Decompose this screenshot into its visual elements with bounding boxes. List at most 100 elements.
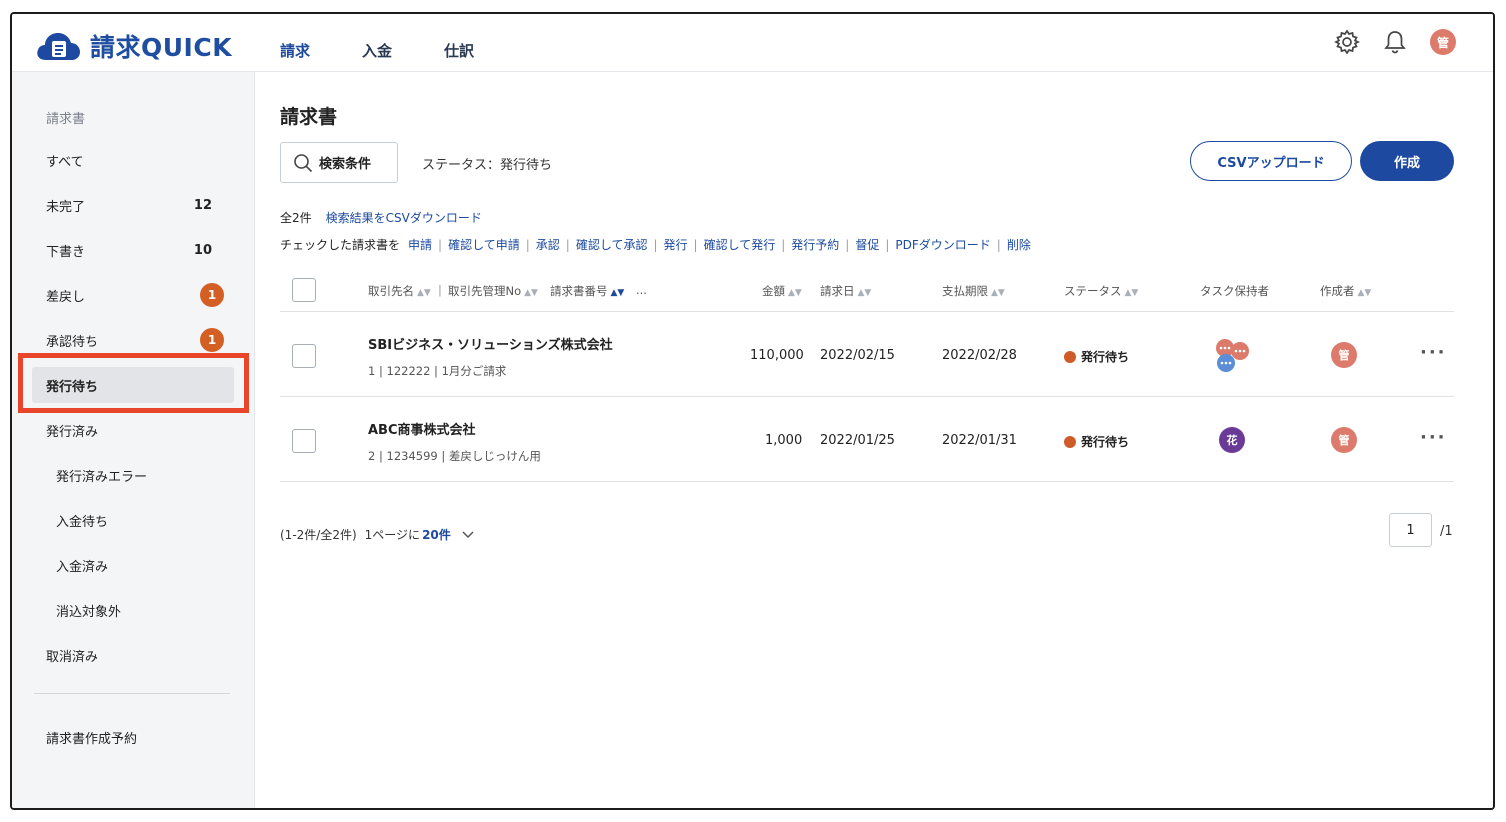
row-checkbox[interactable]: [292, 429, 316, 453]
bulk-confirm-issue-link[interactable]: 確認して発行: [704, 236, 776, 253]
count-badge: 10: [193, 242, 212, 258]
tab-journal[interactable]: 仕訳: [444, 40, 474, 61]
search-conditions-button[interactable]: 検索条件: [280, 142, 398, 183]
sidebar-item-awaiting-issue[interactable]: 発行待ち: [32, 367, 234, 403]
table-row[interactable]: ABC商事株式会社 2 | 1234599 | 差戻しじっけん用 1,000 2…: [280, 397, 1454, 482]
header-separator: |: [438, 283, 442, 297]
amount-cell: 1,000: [765, 433, 803, 448]
bulk-confirm-apply-link[interactable]: 確認して申請: [448, 236, 520, 253]
status-badge: 発行待ち: [1064, 433, 1129, 450]
header-label: 請求日: [820, 284, 855, 298]
multiple-users-chat-icon[interactable]: [1214, 338, 1254, 374]
separator: |: [565, 237, 570, 252]
tab-invoice[interactable]: 請求: [280, 40, 310, 61]
pagination-info: (1-2件/全2件) 1ページに 20件: [280, 526, 475, 543]
header-label: 取引先管理No: [448, 284, 522, 298]
task-owner-avatar[interactable]: 花: [1219, 427, 1245, 453]
count-badge: 12: [193, 197, 212, 213]
csv-download-link[interactable]: 検索結果をCSVダウンロード: [326, 209, 482, 226]
column-header-client-no[interactable]: 取引先管理No ▲▼: [448, 283, 538, 299]
bulk-remind-link[interactable]: 督促: [855, 236, 879, 253]
bulk-pdf-download-link[interactable]: PDFダウンロード: [895, 236, 990, 253]
column-header-more[interactable]: ...: [636, 283, 647, 297]
sidebar-item-label: 入金待ち: [56, 514, 109, 530]
header-label: 請求書番号: [550, 284, 608, 298]
sidebar-item-awaiting-payment[interactable]: 入金待ち: [32, 502, 234, 538]
sidebar-item-awaiting-approval[interactable]: 承認待ち 1: [32, 322, 234, 358]
sort-icon: ▲▼: [788, 288, 802, 298]
separator: |: [653, 237, 658, 252]
page-title: 請求書: [280, 106, 338, 128]
app-logo[interactable]: 請求QUICK: [34, 28, 232, 64]
per-page-select[interactable]: 20件: [422, 526, 451, 543]
date-cell: 2022/02/15: [820, 348, 895, 363]
select-all-checkbox[interactable]: [292, 278, 316, 302]
sidebar-item-issued[interactable]: 発行済み: [32, 412, 234, 448]
sort-icon: ▲▼: [1357, 288, 1372, 298]
sidebar-item-label: 未完了: [46, 199, 86, 215]
page-number-input[interactable]: 1: [1389, 513, 1432, 547]
gear-icon[interactable]: [1333, 28, 1361, 56]
row-checkbox[interactable]: [292, 344, 316, 368]
bulk-actions-prefix: チェックした請求書を: [280, 238, 401, 252]
sidebar-item-cancelled[interactable]: 取消済み: [32, 637, 234, 673]
due-cell: 2022/02/28: [942, 348, 1017, 363]
due-cell: 2022/01/31: [942, 433, 1017, 448]
notification-badge: 1: [200, 283, 224, 307]
bulk-approve-link[interactable]: 承認: [536, 236, 560, 253]
separator: |: [845, 237, 850, 252]
column-header-status[interactable]: ステータス ▲▼: [1064, 283, 1138, 299]
per-page-prefix: 1ページに: [364, 528, 421, 542]
create-button[interactable]: 作成: [1360, 141, 1454, 181]
client-name[interactable]: ABC商事株式会社: [368, 419, 476, 438]
sidebar-item-incomplete[interactable]: 未完了 12: [32, 187, 234, 223]
search-icon: [294, 153, 313, 172]
tab-payment[interactable]: 入金: [362, 40, 392, 61]
sidebar-item-paid[interactable]: 入金済み: [32, 547, 234, 583]
client-name[interactable]: SBIビジネス・ソリューションズ株式会社: [368, 334, 613, 353]
column-header-date[interactable]: 請求日 ▲▼: [820, 283, 871, 299]
app-window: 請求QUICK 請求 入金 仕訳 管 請求書 すべて 未完了 12 下書き 10…: [10, 12, 1495, 810]
sort-icon: ▲▼: [1124, 288, 1139, 298]
sidebar-item-excluded[interactable]: 消込対象外: [32, 592, 234, 628]
bulk-apply-link[interactable]: 申請: [408, 236, 432, 253]
status-badge: 発行待ち: [1064, 348, 1129, 365]
user-avatar-button[interactable]: 管: [1429, 28, 1457, 56]
more-options-icon[interactable]: ···: [1420, 427, 1447, 448]
csv-upload-button[interactable]: CSVアップロード: [1190, 141, 1352, 181]
more-options-icon[interactable]: ···: [1420, 342, 1447, 363]
result-range: (1-2件/全2件): [280, 528, 357, 542]
column-header-invoice-no[interactable]: 請求書番号 ▲▼: [550, 283, 624, 299]
amount-cell: 110,000: [750, 348, 804, 363]
status-filter-text: ステータス：発行待ち: [422, 158, 553, 173]
bulk-issue-link[interactable]: 発行: [664, 236, 688, 253]
bulk-schedule-issue-link[interactable]: 発行予約: [791, 236, 839, 253]
header-label: 作成者: [1320, 284, 1355, 298]
sidebar-item-label: 取消済み: [46, 649, 99, 665]
sidebar: 請求書 すべて 未完了 12 下書き 10 差戻し 1 承認待ち 1 発行待ち …: [12, 72, 255, 808]
column-header-author[interactable]: 作成者 ▲▼: [1320, 283, 1371, 299]
result-count: 全2件: [280, 211, 312, 225]
sidebar-item-scheduled-creation[interactable]: 請求書作成予約: [32, 719, 234, 755]
status-label: 発行待ち: [1081, 435, 1130, 449]
sidebar-item-all[interactable]: すべて: [32, 142, 234, 178]
main-nav: 請求 入金 仕訳: [280, 40, 526, 61]
bulk-delete-link[interactable]: 削除: [1007, 236, 1031, 253]
chevron-down-icon[interactable]: [461, 530, 475, 540]
separator: |: [693, 237, 698, 252]
header-actions: 管: [1313, 28, 1457, 56]
bell-icon[interactable]: [1381, 28, 1409, 56]
column-header-due[interactable]: 支払期限 ▲▼: [942, 283, 1005, 299]
header-label: 取引先名: [368, 284, 414, 298]
sidebar-item-label: 消込対象外: [56, 604, 122, 620]
bulk-confirm-approve-link[interactable]: 確認して承認: [576, 236, 648, 253]
sidebar-item-issue-error[interactable]: 発行済みエラー: [32, 457, 234, 493]
sidebar-item-draft[interactable]: 下書き 10: [32, 232, 234, 268]
table-row[interactable]: SBIビジネス・ソリューションズ株式会社 1 | 122222 | 1月分ご請求…: [280, 312, 1454, 397]
column-header-client[interactable]: 取引先名 ▲▼: [368, 283, 431, 299]
separator: |: [438, 237, 443, 252]
notification-badge: 1: [200, 328, 224, 352]
sidebar-item-rejected[interactable]: 差戻し 1: [32, 277, 234, 313]
column-header-amount[interactable]: 金額 ▲▼: [762, 283, 802, 299]
page-total: /1: [1440, 524, 1453, 539]
